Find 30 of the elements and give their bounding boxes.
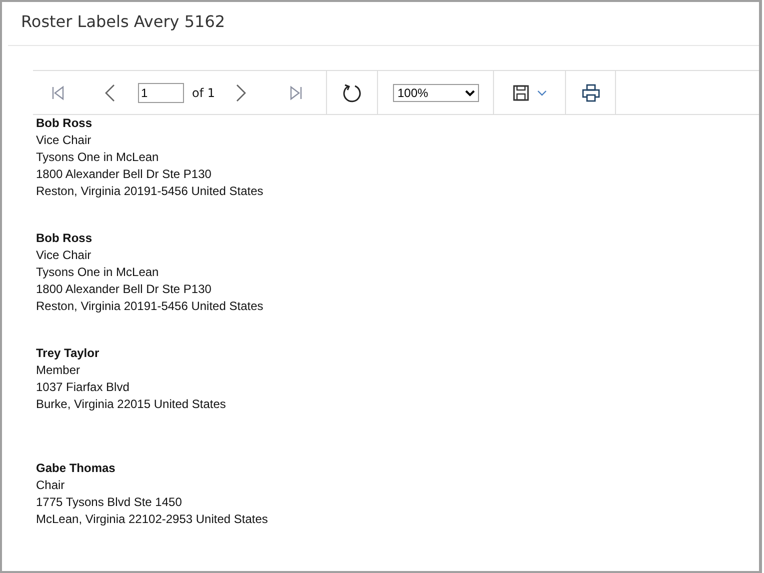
label-line: Vice Chair — [36, 132, 92, 149]
label-line: 1037 Fiarfax Blvd — [36, 379, 130, 396]
print-icon[interactable] — [582, 84, 600, 102]
zoom-dropdown[interactable]: 100% — [392, 84, 478, 102]
label-line: Tysons One in McLean — [36, 149, 160, 166]
label-line: 1800 Alexander Bell Dr Ste P130 — [36, 281, 212, 298]
label-line: 1800 Alexander Bell Dr Ste P130 — [36, 166, 212, 183]
label-name: Trey Taylor — [36, 345, 100, 362]
next-page-icon[interactable] — [235, 84, 248, 102]
refresh-icon[interactable] — [342, 82, 362, 102]
label-line: McLean, Virginia 22102-2953 United States — [36, 511, 269, 528]
label-line: Burke, Virginia 22015 United States — [36, 396, 227, 413]
label-line: Reston, Virginia 20191-5456 United States — [36, 183, 264, 200]
label-line: 1775 Tysons Blvd Ste 1450 — [36, 494, 183, 511]
label-line: Tysons One in McLean — [36, 264, 160, 281]
last-page-icon[interactable] — [288, 84, 304, 100]
window-title: Roster Labels Avery 5162 — [20, 11, 226, 33]
page-number-field[interactable]: 1 — [138, 82, 184, 102]
label-name: Bob Ross — [36, 230, 94, 247]
label-line: Member — [36, 362, 82, 379]
label-name: Gabe Thomas — [36, 460, 116, 477]
label-line: Reston, Virginia 20191-5456 United States — [36, 298, 264, 315]
first-page-icon[interactable] — [50, 84, 66, 100]
label-line: Chair — [36, 477, 66, 494]
caret-icon[interactable] — [536, 90, 546, 96]
previous-page-icon[interactable] — [104, 84, 116, 102]
save-icon[interactable] — [512, 84, 528, 100]
label-line: Vice Chair — [36, 247, 92, 264]
label-name: Bob Ross — [36, 115, 94, 132]
page-count: of 1 — [192, 86, 216, 100]
